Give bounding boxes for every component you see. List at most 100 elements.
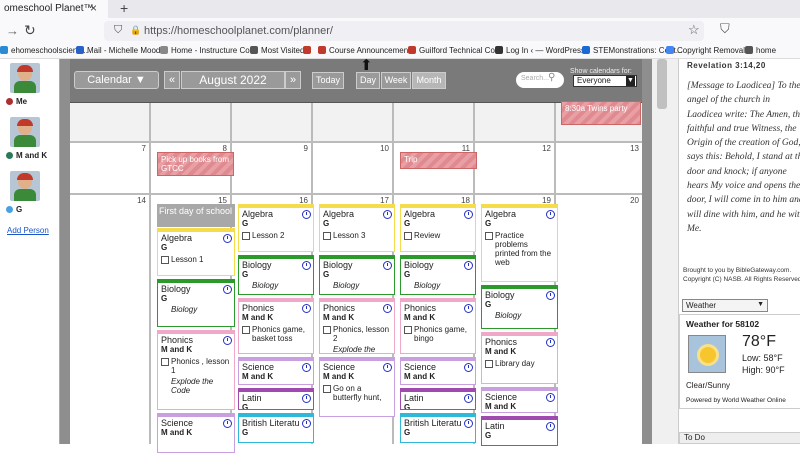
bookmark-item[interactable]: home — [745, 46, 776, 55]
event-card[interactable]: Science M and K Go on a butterfly hunt, — [319, 357, 395, 417]
widget-select[interactable]: Weather ▼ — [682, 299, 768, 312]
clock-icon[interactable] — [302, 363, 311, 372]
clock-icon[interactable] — [302, 419, 311, 428]
event-card[interactable]: British Literatu G — [238, 413, 314, 443]
bookmark-item[interactable]: Home - Instructure Co... — [160, 46, 256, 55]
event-twins-party[interactable]: 8:30a Twins party — [561, 101, 641, 125]
task-checkbox-item[interactable]: Lesson 2 — [242, 231, 310, 240]
person-m-and-k[interactable]: M and K — [6, 151, 47, 160]
bookmark-item[interactable]: Course Announcements — [318, 46, 414, 55]
clock-icon[interactable] — [383, 304, 392, 313]
event-card[interactable]: Latin G — [238, 388, 314, 410]
clock-icon[interactable] — [546, 422, 555, 431]
avatar-g[interactable] — [10, 171, 40, 201]
day-cell[interactable] — [232, 103, 311, 141]
person-me[interactable]: Me — [6, 97, 27, 106]
clock-icon[interactable] — [223, 234, 232, 243]
clock-icon[interactable] — [464, 304, 473, 313]
prev-month-button[interactable]: « — [164, 71, 180, 89]
url-bar[interactable]: ⛉ 🔒 https://homeschoolplanet.com/planner… — [104, 21, 704, 41]
event-card[interactable]: Algebra G Lesson 2 — [238, 204, 314, 252]
refresh-icon[interactable]: ↻ — [24, 22, 36, 39]
clock-icon[interactable] — [383, 210, 392, 219]
event-card[interactable]: Biology G Biology — [157, 279, 235, 327]
todo-widget-header[interactable]: To Do — [679, 432, 800, 444]
event-card[interactable]: Science M and K — [157, 413, 235, 453]
clock-icon[interactable] — [383, 363, 392, 372]
event-card[interactable]: Phonics M and K Phonics game, basket toss — [238, 298, 314, 354]
task-checkbox-item[interactable]: Phonics , lesson 1 — [161, 357, 231, 375]
task-checkbox-item[interactable]: Phonics, lesson 2 — [323, 325, 391, 343]
pocket-shield-icon[interactable]: ⛉ — [720, 21, 730, 37]
clock-icon[interactable] — [464, 363, 473, 372]
clock-icon[interactable] — [464, 394, 473, 403]
forward-arrow-icon[interactable]: → — [6, 23, 19, 38]
event-trip[interactable]: Trip — [400, 152, 477, 169]
scrollbar[interactable] — [652, 59, 678, 444]
bookmark-item[interactable]: Mail - Michelle Mood... — [76, 46, 167, 55]
clock-icon[interactable] — [302, 394, 311, 403]
clock-icon[interactable] — [464, 419, 473, 428]
event-card[interactable]: Biology G Biology — [400, 255, 476, 295]
month-view-button[interactable]: Month — [412, 72, 446, 89]
avatar-m-and-k[interactable] — [10, 117, 40, 147]
clock-icon[interactable] — [302, 304, 311, 313]
new-tab-button[interactable]: + — [120, 0, 128, 16]
task-checkbox-item[interactable]: Phonics game, bingo — [404, 325, 472, 343]
calendar-search-input[interactable]: Search... — [516, 72, 564, 88]
clock-icon[interactable] — [223, 419, 232, 428]
event-first-day-of-school[interactable]: First day of school — [157, 204, 235, 227]
clock-icon[interactable] — [383, 261, 392, 270]
url-text[interactable]: https://homeschoolplanet.com/planner/ — [144, 25, 333, 37]
person-g[interactable]: G — [6, 205, 22, 214]
event-card[interactable]: Algebra G Lesson 1 — [157, 228, 235, 276]
day-cell-20[interactable]: 20 — [556, 195, 642, 444]
clock-icon[interactable] — [223, 336, 232, 345]
clock-icon[interactable] — [302, 261, 311, 270]
scrollbar-thumb[interactable] — [657, 59, 667, 109]
day-cell-14[interactable]: 14 — [70, 195, 149, 444]
task-checkbox-item[interactable]: Review — [404, 231, 472, 240]
clock-icon[interactable] — [464, 261, 473, 270]
day-cell[interactable] — [394, 103, 473, 141]
day-view-button[interactable]: Day — [356, 72, 380, 89]
task-checkbox-item[interactable]: Go on a butterfly hunt, — [323, 384, 391, 402]
event-card[interactable]: Biology G Biology — [319, 255, 395, 295]
bookmark-star-icon[interactable]: ☆ — [688, 22, 700, 38]
clock-icon[interactable] — [546, 210, 555, 219]
event-card[interactable]: Phonics M and K Phonics , lesson 1 Explode … — [157, 330, 235, 410]
event-card[interactable]: Biology G Biology — [481, 285, 558, 329]
day-cell-12[interactable]: 12 — [475, 143, 554, 193]
event-card[interactable]: Algebra G Review — [400, 204, 476, 252]
event-card[interactable]: Phonics M and K Phonics game, bingo — [400, 298, 476, 354]
event-card[interactable]: Algebra G Lesson 3 — [319, 204, 395, 252]
event-card[interactable]: Latin G — [400, 388, 476, 410]
event-card[interactable]: Phonics M and K Library day — [481, 332, 558, 384]
day-cell[interactable] — [151, 103, 230, 141]
clock-icon[interactable] — [546, 291, 555, 300]
clock-icon[interactable] — [546, 338, 555, 347]
day-cell[interactable] — [475, 103, 554, 141]
task-checkbox-item[interactable]: Library day — [485, 359, 554, 368]
bookmark-item[interactable]: Copyright Removal — [666, 46, 745, 55]
bookmark-item[interactable]: Log In ‹ — WordPress — [495, 46, 585, 55]
bookmark-item[interactable]: Most Visited — [250, 46, 304, 55]
task-checkbox-item[interactable]: Lesson 1 — [161, 255, 231, 264]
tracking-shield-icon[interactable]: ⛉ — [114, 24, 122, 37]
day-cell[interactable] — [313, 103, 392, 141]
event-card[interactable]: Science M and K — [400, 357, 476, 385]
week-view-button[interactable]: Week — [381, 72, 411, 89]
clock-icon[interactable] — [546, 393, 555, 402]
calendar-menu-button[interactable]: Calendar ▼ — [74, 71, 159, 89]
event-card[interactable]: Science M and K — [238, 357, 314, 385]
browser-tab[interactable]: omeschool Planet™ × — [0, 0, 108, 18]
bookmark-item[interactable] — [303, 46, 314, 55]
add-person-link[interactable]: Add Person — [7, 226, 49, 235]
day-cell[interactable] — [70, 103, 149, 141]
task-checkbox-item[interactable]: Practice problems printed from the web — [485, 231, 554, 267]
clock-icon[interactable] — [223, 285, 232, 294]
clock-icon[interactable] — [464, 210, 473, 219]
event-card[interactable]: Science M and K — [481, 387, 558, 413]
tab-close-icon[interactable]: × — [90, 1, 97, 15]
event-card[interactable]: Biology G Biology — [238, 255, 314, 295]
